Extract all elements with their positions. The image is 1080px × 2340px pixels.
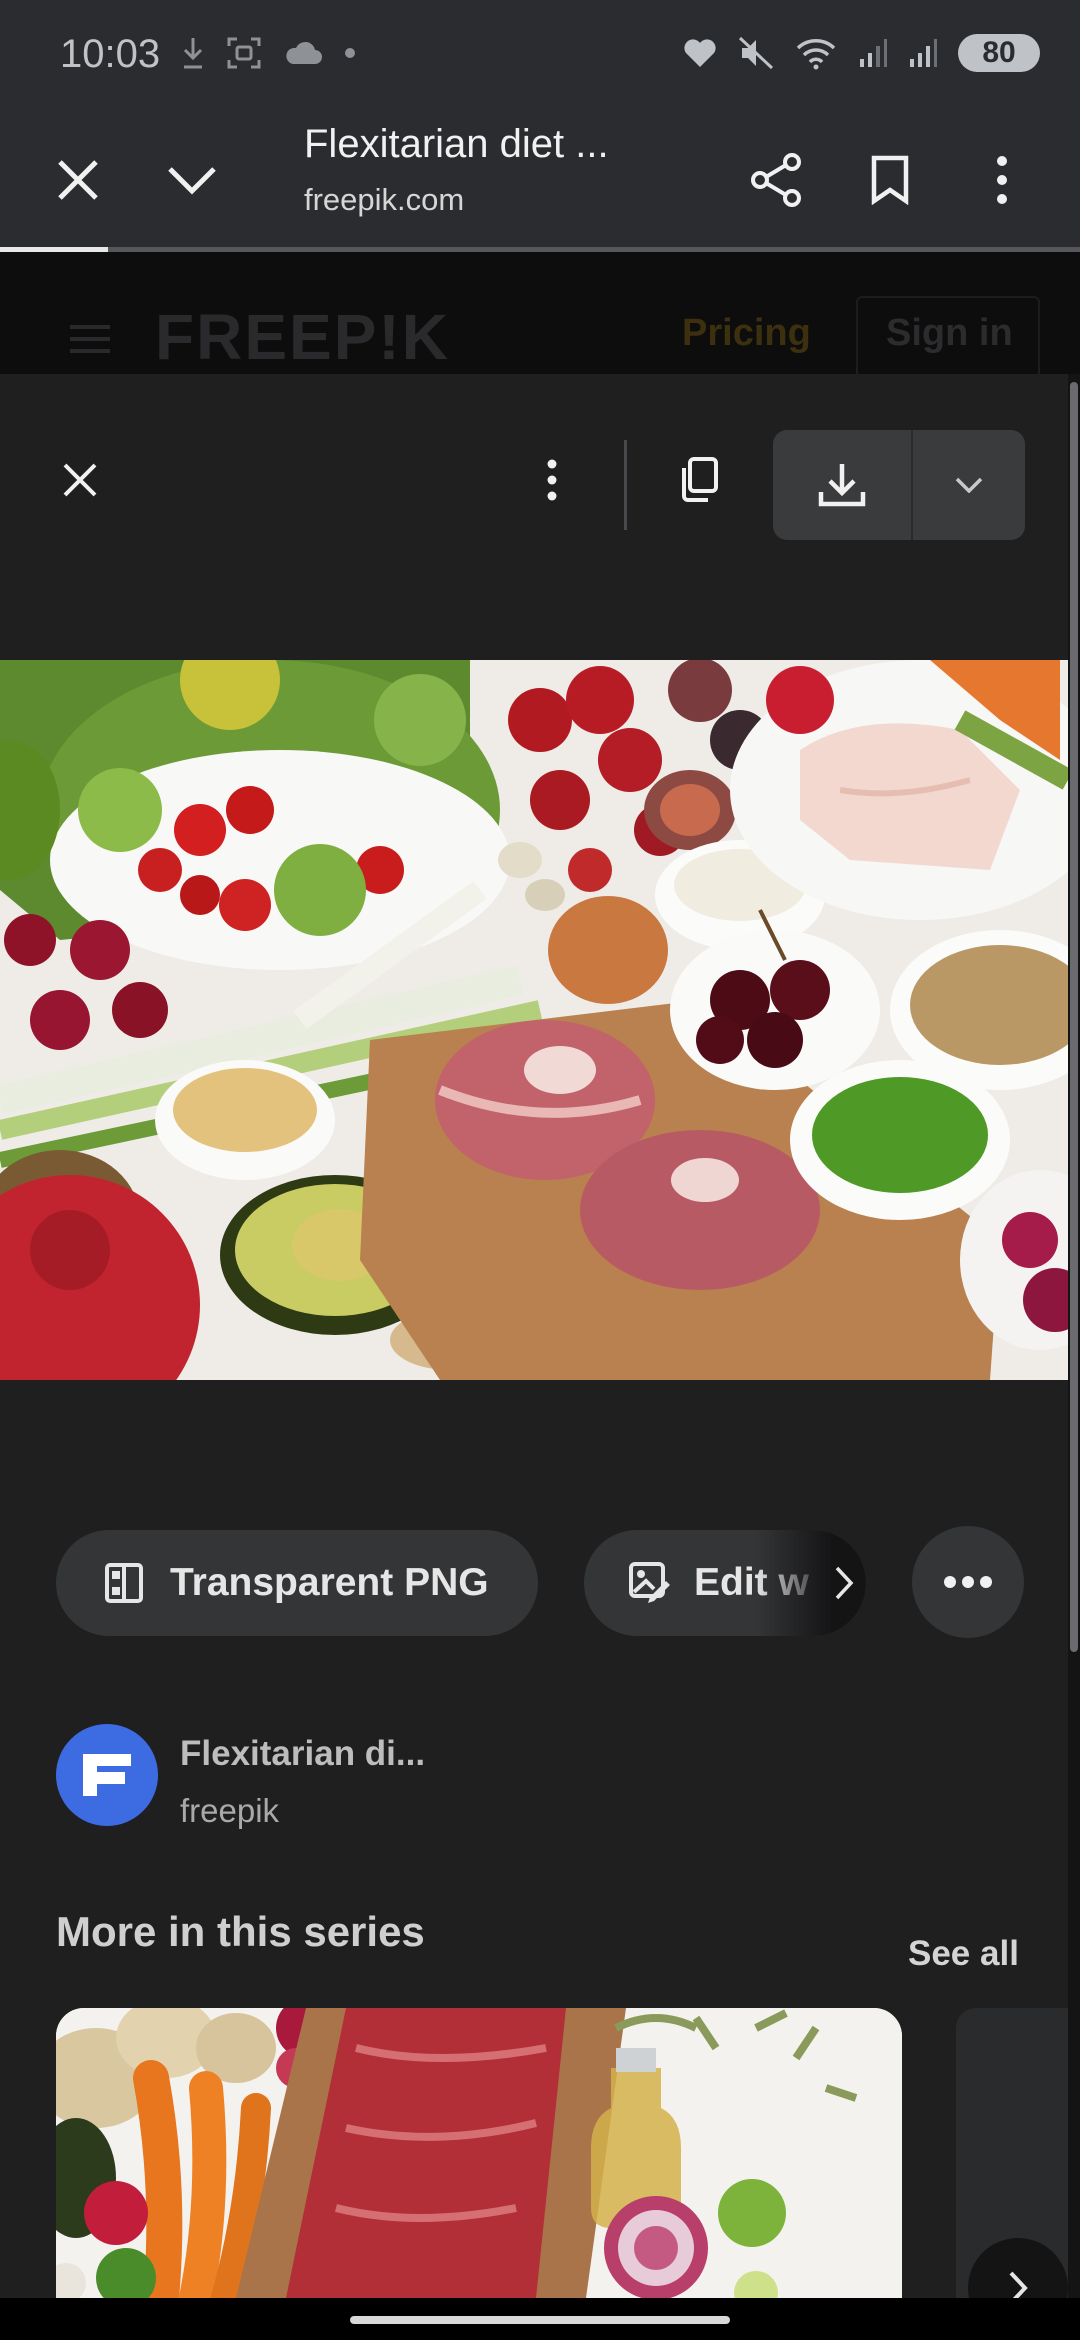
- more-horizontal-icon: [944, 1576, 992, 1588]
- dot-icon: [345, 48, 355, 58]
- bookmark-button[interactable]: [852, 142, 928, 218]
- series-heading: More in this series: [56, 1908, 425, 1955]
- more-vertical-icon: [997, 156, 1007, 204]
- minimize-tab-button[interactable]: [154, 142, 230, 218]
- signal-icon-2: [910, 39, 937, 67]
- image-edit-icon: [629, 1562, 670, 1603]
- download-button[interactable]: [773, 430, 911, 540]
- signal-icon: [860, 39, 887, 67]
- home-gesture-handle[interactable]: [350, 2316, 730, 2324]
- chevron-down-icon: [168, 167, 216, 195]
- author-name[interactable]: freepik: [180, 1792, 279, 1830]
- viewer-close-button[interactable]: [48, 448, 112, 512]
- author-avatar[interactable]: [56, 1724, 158, 1826]
- overflow-menu-button[interactable]: [964, 142, 1040, 218]
- freepik-logo-icon: [83, 1754, 131, 1796]
- page-title: Flexitarian diet ...: [304, 122, 609, 166]
- status-time: 10:03: [60, 32, 161, 76]
- heart-icon: [684, 39, 716, 67]
- custom-tab-toolbar: Flexitarian diet ... freepik.com: [0, 110, 1080, 250]
- page-url: freepik.com: [304, 182, 465, 217]
- pricing-link[interactable]: Pricing: [682, 312, 811, 355]
- toolbar-divider: [624, 440, 627, 530]
- share-button[interactable]: [738, 142, 814, 218]
- preview-image[interactable]: [0, 660, 1068, 1380]
- viewer-more-button[interactable]: [534, 448, 570, 512]
- download-icon: [818, 464, 866, 507]
- transparent-png-button[interactable]: Transparent PNG: [56, 1530, 538, 1636]
- chevron-down-icon: [955, 477, 983, 493]
- sign-in-link[interactable]: Sign in: [886, 312, 1013, 355]
- close-tab-button[interactable]: [40, 142, 116, 218]
- transparent-png-label: Transparent PNG: [170, 1561, 489, 1604]
- status-bar: 10:03 80: [0, 0, 1080, 110]
- mute-icon: [738, 36, 774, 70]
- download-split-button: [773, 430, 1025, 540]
- close-icon: [58, 160, 98, 200]
- hamburger-menu-icon[interactable]: [68, 324, 112, 354]
- see-all-link[interactable]: See all: [908, 1934, 1019, 1974]
- battery-indicator: 80: [958, 34, 1040, 72]
- copy-button[interactable]: [666, 448, 730, 512]
- bookmark-icon: [871, 155, 909, 205]
- share-icon: [751, 153, 801, 207]
- cloud-icon: [286, 41, 322, 64]
- resource-title[interactable]: Flexitarian di...: [180, 1734, 425, 1774]
- wifi-icon: [796, 39, 836, 70]
- food-photo-illustration: [0, 660, 1068, 1380]
- download-icon: [183, 38, 203, 69]
- more-actions-button[interactable]: [912, 1526, 1024, 1638]
- copy-icon: [682, 457, 718, 502]
- more-vertical-icon: [547, 459, 557, 501]
- freepik-logo[interactable]: FREEP!K: [155, 300, 450, 374]
- edit-with-button[interactable]: Edit w: [584, 1530, 866, 1636]
- series-thumbnail[interactable]: [56, 2008, 902, 2298]
- transparent-png-icon: [105, 1563, 143, 1603]
- screenshot-icon: [227, 37, 261, 69]
- download-options-button[interactable]: [913, 430, 1025, 540]
- series-food-photo: [56, 2008, 902, 2298]
- battery-level: 80: [982, 36, 1016, 69]
- close-icon: [63, 463, 97, 497]
- scrollbar-thumb[interactable]: [1070, 382, 1078, 1652]
- chevron-right-icon: [835, 1566, 854, 1600]
